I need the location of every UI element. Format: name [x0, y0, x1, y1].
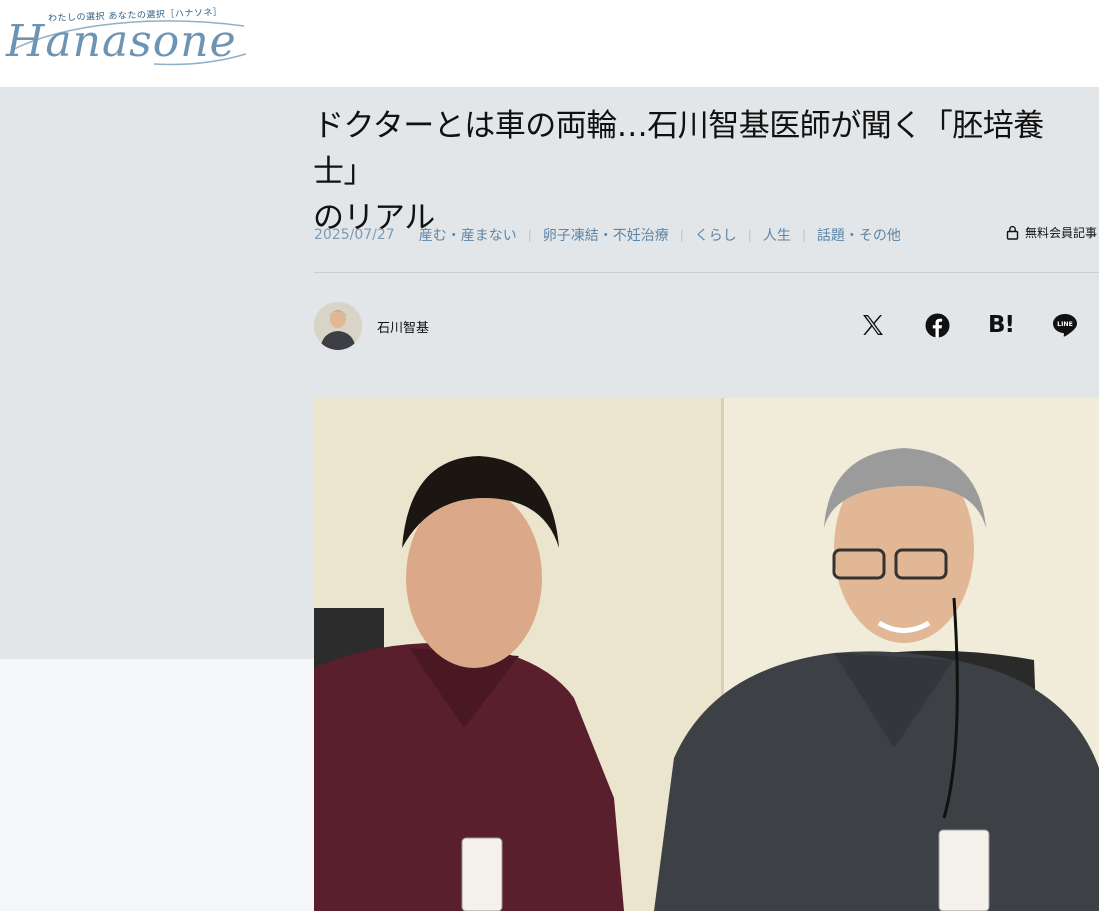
logo-wordmark: Hanasone — [6, 16, 237, 67]
avatar-image — [314, 302, 362, 350]
category-link[interactable]: 話題・その他 — [817, 225, 901, 245]
hero-photo — [314, 398, 1099, 911]
share-hatena-button[interactable]: B! — [987, 311, 1015, 339]
x-icon — [863, 315, 883, 335]
author-avatar[interactable] — [314, 302, 362, 350]
article-meta: 2025/07/27 産む・産まない | 卵子凍結・不妊治療 | くらし | 人… — [314, 224, 1099, 246]
members-badge: 無料会員記事 — [1006, 224, 1097, 241]
members-label: 無料会員記事 — [1024, 226, 1097, 240]
facebook-icon — [925, 313, 949, 337]
category-separator: | — [801, 228, 806, 242]
category-link[interactable]: 人生 — [763, 225, 791, 245]
category-link[interactable]: 卵子凍結・不妊治療 — [543, 225, 669, 245]
category-link[interactable]: 産む・産まない — [419, 225, 517, 245]
share-facebook-button[interactable] — [923, 311, 951, 339]
category-separator: | — [747, 228, 752, 242]
share-line-button[interactable]: LINE — [1051, 311, 1079, 339]
hero-image — [314, 398, 1099, 911]
title-line-1: ドクターとは車の両輪…石川智基医師が聞く「胚培養士」 — [313, 108, 1044, 190]
category-link[interactable]: くらし — [695, 225, 737, 245]
publish-date: 2025/07/27 — [314, 227, 395, 243]
category-separator: | — [679, 228, 684, 242]
side-band — [0, 659, 314, 911]
hatena-bookmark-icon: B! — [987, 312, 1015, 338]
site-logo[interactable]: わたしの選択 あなたの選択［ハナソネ］ Hanasone — [4, 4, 254, 74]
article-title: ドクターとは車の両輪…石川智基医師が聞く「胚培養士」 のリアル — [313, 103, 1093, 241]
author-name[interactable]: 石川智基 — [377, 317, 429, 336]
share-x-button[interactable] — [859, 311, 887, 339]
lock-icon — [1006, 225, 1019, 240]
meta-divider — [314, 272, 1099, 273]
line-label: LINE — [1057, 321, 1073, 328]
site-header: わたしの選択 あなたの選択［ハナソネ］ Hanasone — [0, 0, 1099, 87]
line-icon: LINE — [1053, 313, 1077, 337]
category-separator: | — [527, 228, 532, 242]
